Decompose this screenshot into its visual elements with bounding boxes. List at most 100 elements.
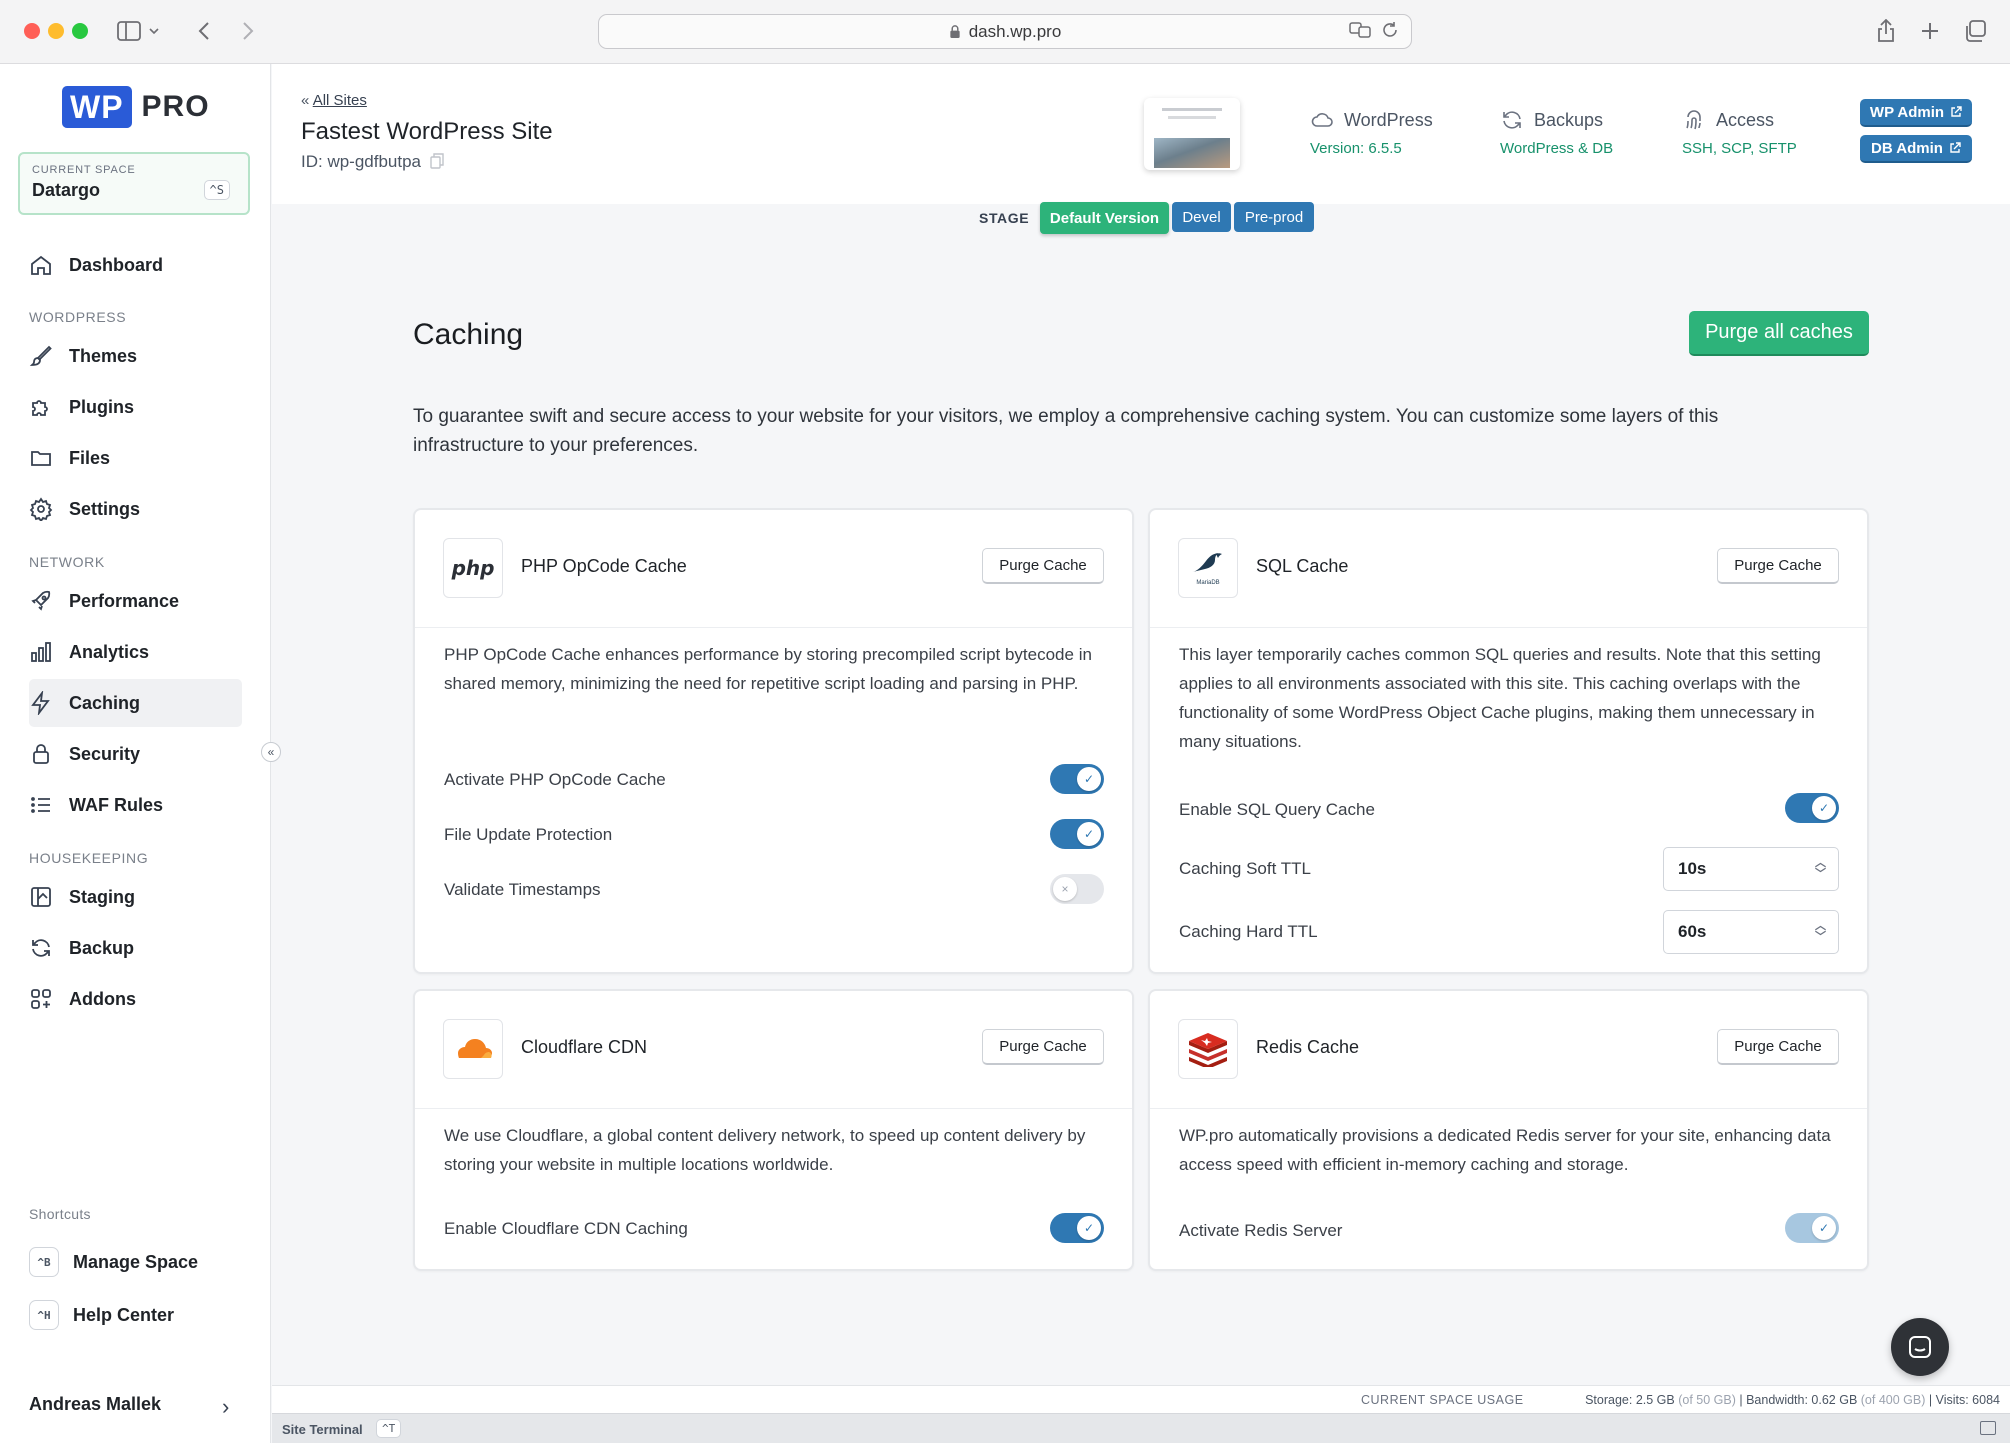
forward-icon[interactable]: [238, 16, 258, 46]
user-name[interactable]: Andreas Mallek: [29, 1394, 161, 1415]
sidebar-item-addons[interactable]: Addons: [29, 975, 242, 1023]
card-title: PHP OpCode Cache: [521, 556, 687, 576]
validate-timestamps-toggle[interactable]: ×: [1050, 874, 1104, 904]
setting-label: Enable Cloudflare CDN Caching: [444, 1219, 688, 1238]
enable-sql-query-cache-toggle[interactable]: ✓: [1785, 793, 1839, 823]
purge-cache-button[interactable]: Purge Cache: [1717, 548, 1839, 584]
section-housekeeping: HOUSEKEEPING: [29, 850, 149, 866]
all-sites-link[interactable]: All Sites: [313, 92, 367, 109]
zoom-window-button[interactable]: [72, 23, 88, 39]
select-arrows-icon: ︿ ﹀: [1815, 920, 1826, 943]
purge-all-caches-button[interactable]: Purge all caches: [1689, 311, 1869, 356]
site-terminal-bar[interactable]: Site Terminal ^T: [272, 1413, 2010, 1443]
file-update-protection-toggle[interactable]: ✓: [1050, 819, 1104, 849]
current-space-label: CURRENT SPACE: [32, 164, 136, 176]
activate-php-opcode-toggle[interactable]: ✓: [1050, 764, 1104, 794]
sidebar-item-label: Performance: [69, 590, 180, 611]
php-opcode-card: php PHP OpCode Cache Purge Cache PHP OpC…: [413, 508, 1134, 974]
sidebar-item-caching[interactable]: Caching: [29, 679, 242, 727]
reload-icon[interactable]: [1381, 21, 1399, 39]
sidebar-item-label: Backup: [69, 937, 135, 958]
lock-icon: [33, 744, 49, 764]
soft-ttl-value: 10s: [1678, 859, 1707, 878]
external-link-icon: [1951, 106, 1962, 117]
shortcut-manage-space[interactable]: ^B Manage Space: [29, 1246, 198, 1278]
db-admin-label: DB Admin: [1871, 139, 1943, 157]
card-header: Redis Cache Purge Cache: [1150, 991, 1867, 1109]
card-description: WP.pro automatically provisions a dedica…: [1179, 1126, 1831, 1174]
folder-icon: [31, 451, 51, 466]
current-space-selector[interactable]: CURRENT SPACE Datargo ^S: [18, 152, 250, 215]
sidebar-item-settings[interactable]: Settings: [29, 485, 242, 533]
soft-ttl-select[interactable]: 10s ︿ ﹀: [1663, 847, 1839, 891]
tab-overview-icon[interactable]: [1962, 16, 1988, 46]
stage-tab-pre-prod[interactable]: Pre-prod: [1234, 202, 1314, 232]
card-title: Cloudflare CDN: [521, 1037, 648, 1057]
stage-tab-devel[interactable]: Devel: [1172, 202, 1231, 232]
visits-count: Visits: 6084: [1935, 1393, 2000, 1407]
sidebar-toggle-icon[interactable]: [116, 16, 160, 46]
site-screenshot-thumbnail[interactable]: [1144, 98, 1240, 170]
sidebar-item-staging[interactable]: Staging: [29, 873, 242, 921]
storage-usage: Storage: 2.5 GB: [1585, 1393, 1675, 1407]
sidebar-item-backup[interactable]: Backup: [29, 924, 242, 972]
sync-icon: [1503, 111, 1521, 129]
close-window-button[interactable]: [24, 23, 40, 39]
enable-cloudflare-cdn-toggle[interactable]: ✓: [1050, 1213, 1104, 1243]
wp-pro-logo[interactable]: WP PRO: [62, 86, 210, 128]
gear-icon: [29, 497, 53, 521]
shortcut-help-center[interactable]: ^H Help Center: [29, 1299, 174, 1331]
backups-stat[interactable]: Backups WordPress & DB: [1500, 108, 1613, 158]
sidebar-item-security[interactable]: Security: [29, 730, 242, 778]
bar-chart-icon: [31, 642, 51, 662]
collapse-sidebar-icon[interactable]: «: [261, 742, 281, 762]
rocket-icon: [31, 590, 51, 611]
page-title: Caching: [413, 318, 524, 351]
sidebar-item-waf-rules[interactable]: WAF Rules: [29, 781, 242, 829]
db-admin-button[interactable]: DB Admin: [1860, 135, 1972, 163]
shortcuts-title: Shortcuts: [29, 1206, 91, 1222]
site-id: ID: wp-gdfbutpa: [301, 152, 444, 172]
chevron-right-icon[interactable]: ›: [222, 1394, 229, 1420]
sidebar-item-themes[interactable]: Themes: [29, 332, 242, 380]
sidebar-item-dashboard[interactable]: Dashboard: [29, 241, 242, 289]
bandwidth-limit: (of 400 GB): [1860, 1393, 1926, 1407]
browser-toolbar: dash.wp.pro: [0, 0, 2010, 64]
minimize-window-button[interactable]: [48, 23, 64, 39]
sidebar-item-analytics[interactable]: Analytics: [29, 628, 242, 676]
purge-cache-button[interactable]: Purge Cache: [982, 548, 1104, 584]
sidebar-item-files[interactable]: Files: [29, 434, 242, 482]
shortcut-key: ^B: [29, 1247, 59, 1277]
activate-redis-server-toggle[interactable]: ✓: [1785, 1213, 1839, 1243]
share-icon[interactable]: [1874, 16, 1898, 46]
hard-ttl-select[interactable]: 60s ︿ ﹀: [1663, 910, 1839, 954]
sidebar-item-plugins[interactable]: Plugins: [29, 383, 242, 431]
purge-cache-button[interactable]: Purge Cache: [982, 1029, 1104, 1065]
home-icon: [31, 255, 51, 275]
translate-icon[interactable]: [1349, 21, 1371, 39]
breadcrumb: « All Sites: [301, 92, 367, 109]
check-icon: ✓: [1812, 796, 1836, 820]
copy-icon[interactable]: [430, 153, 444, 169]
wordpress-stat[interactable]: WordPress Version: 6.5.5: [1310, 108, 1433, 158]
new-tab-icon[interactable]: [1918, 16, 1942, 46]
stage-tab-default[interactable]: Default Version: [1040, 202, 1169, 234]
sidebar-item-performance[interactable]: Performance: [29, 577, 242, 625]
shortcut-label: Manage Space: [73, 1251, 199, 1272]
select-arrows-icon: ︿ ﹀: [1815, 857, 1826, 880]
logo-pro: PRO: [141, 90, 210, 123]
redis-icon: [1178, 1019, 1238, 1079]
back-icon[interactable]: [194, 16, 214, 46]
php-icon-text: php: [451, 556, 495, 580]
sql-cache-card: MariaDB SQL Cache Purge Cache This layer…: [1148, 508, 1869, 974]
access-stat[interactable]: Access SSH, SCP, SFTP: [1682, 108, 1797, 158]
wp-admin-button[interactable]: WP Admin: [1860, 99, 1972, 127]
terminal-icon[interactable]: [1980, 1421, 1996, 1435]
cloudflare-icon: [443, 1019, 503, 1079]
chat-icon: [1909, 1336, 1931, 1358]
address-bar[interactable]: dash.wp.pro: [598, 14, 1412, 49]
card-header: MariaDB SQL Cache Purge Cache: [1150, 510, 1867, 628]
chat-launcher-button[interactable]: [1891, 1318, 1949, 1376]
php-icon: php: [443, 538, 503, 598]
purge-cache-button[interactable]: Purge Cache: [1717, 1029, 1839, 1065]
